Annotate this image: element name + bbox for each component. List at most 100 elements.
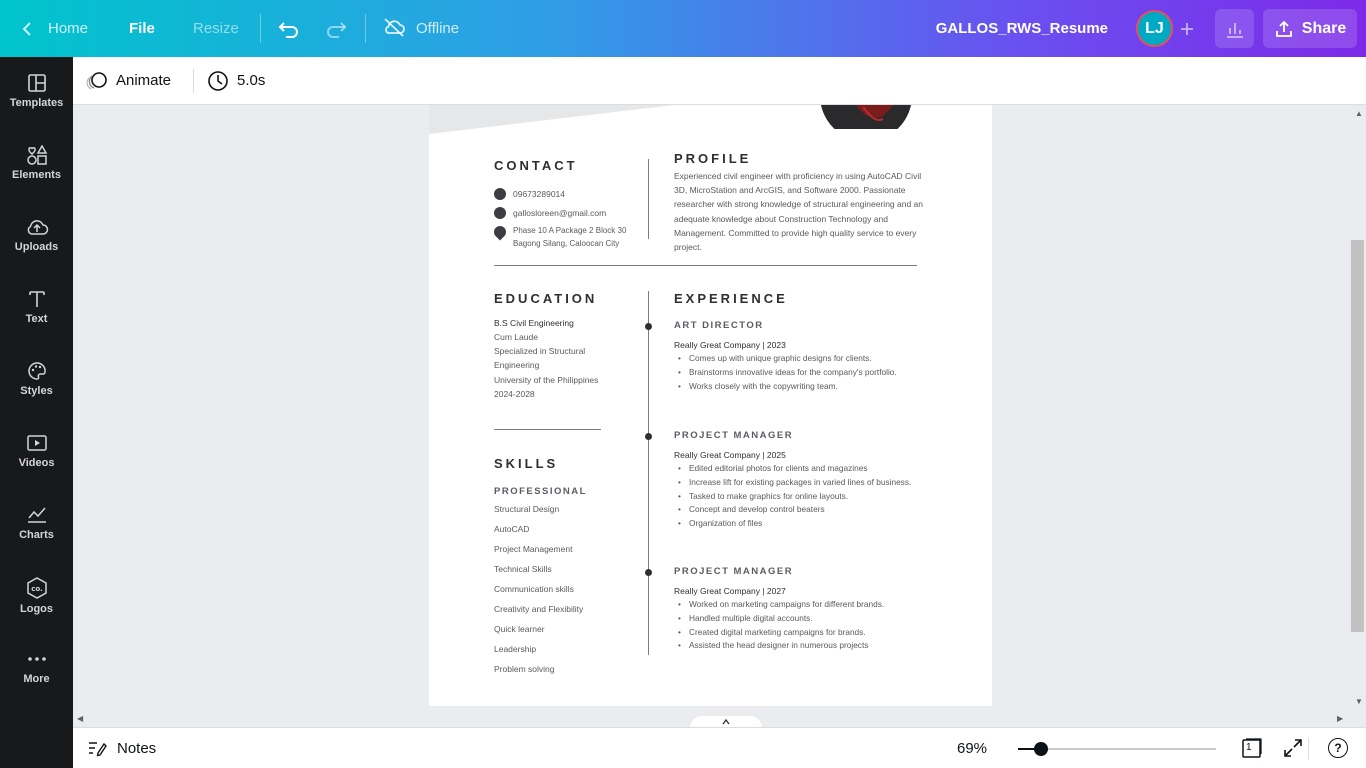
education-heading: EDUCATION: [494, 291, 598, 306]
job-bullets: Worked on marketing campaigns for differ…: [674, 598, 934, 653]
contact-email: gallosloreen@gmail.com: [494, 206, 606, 220]
share-button[interactable]: Share: [1263, 9, 1357, 48]
bar-chart-icon: [1226, 22, 1243, 38]
skills-list: Structural Design AutoCAD Project Manage…: [494, 499, 583, 679]
job-company: Really Great Company | 2023: [674, 340, 786, 350]
undo-button[interactable]: [278, 0, 300, 57]
notes-label: Notes: [117, 739, 157, 757]
contact-phone: 09673289014: [494, 187, 565, 201]
animate-button[interactable]: Animate: [86, 57, 171, 104]
zoom-percentage[interactable]: 69%: [957, 728, 987, 768]
page-count-button[interactable]: 1: [1241, 728, 1263, 768]
job-bullet: Comes up with unique graphic designs for…: [674, 352, 934, 366]
job-title: PROJECT MANAGER: [674, 566, 794, 577]
contact-address: Phase 10 A Package 2 Block 30 Bagong Sil…: [491, 223, 626, 250]
redo-button[interactable]: [325, 0, 347, 57]
cloud-offline-icon: [382, 17, 406, 41]
resize-button[interactable]: Resize: [193, 0, 239, 57]
skill-item: Leadership: [494, 644, 537, 654]
job-title: PROJECT MANAGER: [674, 430, 794, 441]
job-bullets: Edited editorial photos for clients and …: [674, 462, 934, 531]
plus-icon: [1181, 22, 1193, 35]
sidebar-item-uploads[interactable]: Uploads: [0, 217, 73, 277]
timeline-dot: [645, 569, 652, 576]
scroll-down-arrow-icon[interactable]: ▼: [1355, 697, 1363, 706]
education-divider: [494, 429, 601, 430]
notes-button[interactable]: Notes: [87, 728, 156, 768]
sidebar-label: Videos: [18, 457, 55, 469]
help-button[interactable]: ?: [1328, 728, 1348, 768]
elements-icon: [26, 145, 47, 165]
templates-icon: [27, 74, 46, 92]
home-label: Home: [48, 20, 89, 37]
contact-divider: [648, 159, 649, 239]
offline-label: Offline: [416, 20, 460, 37]
skill-item: Quick learner: [494, 624, 545, 634]
sidebar-label: More: [23, 673, 50, 685]
contact-heading: CONTACT: [494, 158, 578, 173]
scroll-right-arrow-icon[interactable]: ▶: [1337, 714, 1343, 723]
scroll-left-arrow-icon[interactable]: ◀: [77, 714, 83, 723]
sidebar-item-elements[interactable]: Elements: [0, 145, 73, 205]
zoom-slider-handle[interactable]: [1034, 742, 1048, 756]
help-icon: ?: [1328, 738, 1348, 758]
file-menu-button[interactable]: File: [129, 0, 155, 57]
job-bullet: Concept and develop control beaters: [674, 503, 934, 517]
sidebar-item-styles[interactable]: Styles: [0, 361, 73, 421]
phone-icon: [494, 188, 506, 200]
sidebar-label: Uploads: [14, 241, 59, 253]
clock-icon: [208, 70, 228, 91]
sidebar-item-logos[interactable]: co. Logos: [0, 577, 73, 637]
insights-button[interactable]: [1215, 9, 1254, 48]
uploads-icon: [27, 220, 48, 235]
skills-heading: SKILLS: [494, 456, 559, 471]
skills-subheading: PROFESSIONAL: [494, 486, 587, 497]
chevron-up-icon: [722, 718, 730, 725]
skill-item: Project Management: [494, 544, 573, 554]
location-pin-icon: [491, 223, 509, 241]
offline-status[interactable]: Offline: [382, 0, 459, 57]
job-bullets: Comes up with unique graphic designs for…: [674, 352, 934, 393]
sidebar-label: Styles: [20, 385, 53, 397]
skill-item: AutoCAD: [494, 524, 530, 534]
job-bullet: Increase lift for existing packages in v…: [674, 476, 934, 490]
honor-text: Cum Laude: [494, 332, 538, 342]
sidebar-item-videos[interactable]: Videos: [0, 433, 73, 493]
add-collaborator-button[interactable]: [1178, 0, 1196, 57]
experience-timeline: [648, 291, 649, 655]
specialization-text: Specialized in Structural Engineering: [494, 346, 586, 371]
context-toolbar: Animate 5.0s: [73, 57, 1366, 105]
sidebar-item-templates[interactable]: Templates: [0, 73, 73, 133]
animate-icon: [86, 71, 107, 90]
toolbar-divider: [260, 14, 261, 43]
bottom-divider: [1308, 738, 1309, 760]
degree-text: B.S Civil Engineering: [494, 318, 574, 328]
timeline-dot: [645, 323, 652, 330]
sidebar-item-text[interactable]: Text: [0, 289, 73, 349]
vertical-scroll-thumb[interactable]: [1351, 240, 1364, 632]
profile-photo[interactable]: [821, 105, 915, 129]
charts-icon: [27, 507, 46, 523]
editor-canvas[interactable]: CONTACT 09673289014 gallosloreen@gmail.c…: [73, 105, 1351, 713]
job-company: Really Great Company | 2025: [674, 450, 786, 460]
share-upload-icon: [1275, 20, 1292, 37]
sidebar-item-charts[interactable]: Charts: [0, 505, 73, 565]
home-button[interactable]: Home: [20, 0, 88, 57]
scroll-up-arrow-icon[interactable]: ▲: [1355, 109, 1363, 118]
sidebar-item-more[interactable]: More: [0, 649, 73, 709]
redo-icon: [327, 21, 347, 38]
user-avatar[interactable]: LJ: [1136, 10, 1173, 47]
phone-text: 09673289014: [513, 189, 566, 199]
duration-button[interactable]: 5.0s: [207, 57, 265, 104]
skill-item: Problem solving: [494, 664, 555, 674]
notes-icon: [89, 742, 107, 757]
sidebar-label: Logos: [20, 603, 53, 615]
job-entry: PROJECT MANAGER Really Great Company | 2…: [674, 430, 934, 531]
resume-page[interactable]: CONTACT 09673289014 gallosloreen@gmail.c…: [429, 105, 992, 706]
job-company: Really Great Company | 2027: [674, 586, 786, 596]
fullscreen-button[interactable]: [1283, 728, 1303, 768]
palette-icon: [27, 362, 46, 380]
toolbar-divider: [193, 69, 194, 93]
document-title[interactable]: GALLOS_RWS_Resume: [936, 0, 1108, 57]
page-count: 1: [1246, 742, 1252, 753]
